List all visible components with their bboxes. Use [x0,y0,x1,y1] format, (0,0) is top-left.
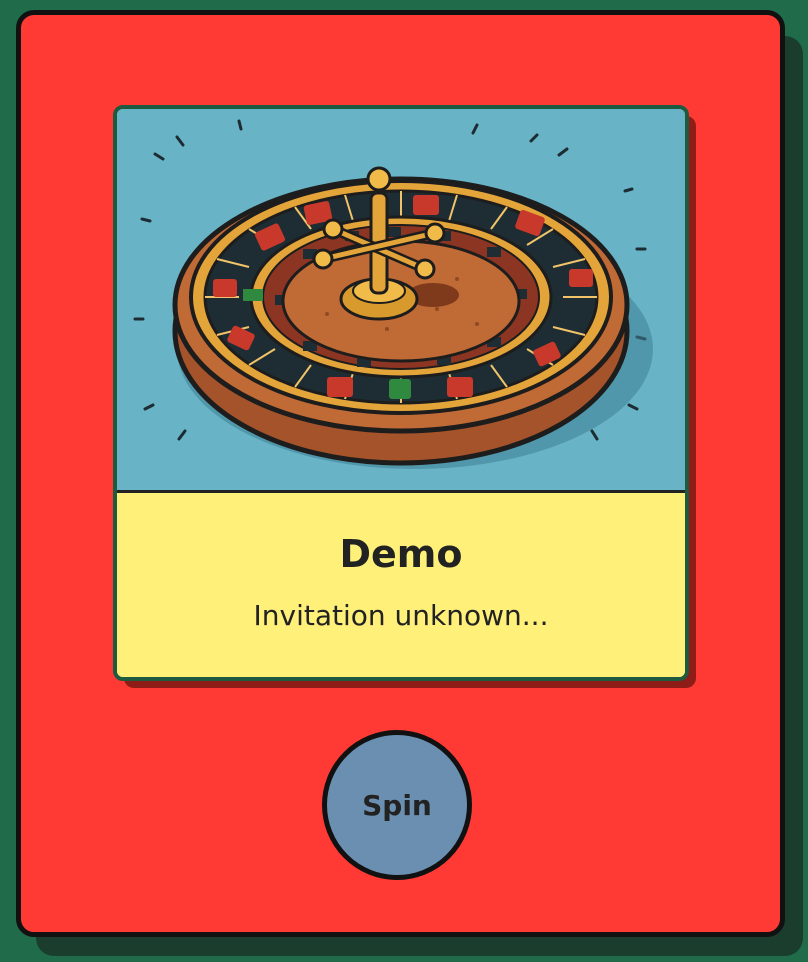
game-card: Demo Invitation unknown... [113,105,689,681]
roulette-wheel-image [117,109,685,493]
spin-button[interactable]: Spin [322,730,472,880]
card-body: Demo Invitation unknown... [117,493,685,677]
roulette-wheel-icon [133,119,653,469]
card-title: Demo [339,532,463,576]
card-subtitle: Invitation unknown... [253,599,549,632]
